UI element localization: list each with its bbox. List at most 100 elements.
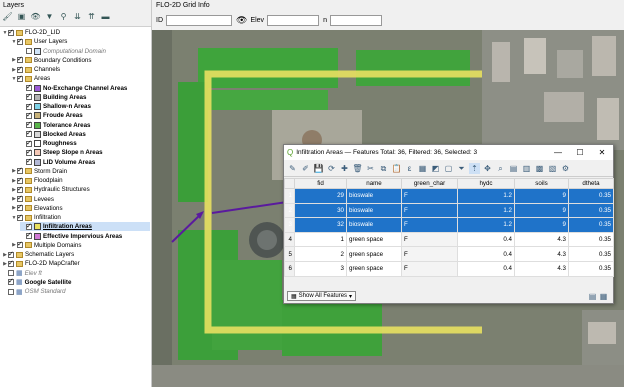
visibility-checkbox[interactable] — [17, 37, 23, 45]
visibility-checkbox[interactable] — [26, 231, 32, 240]
id-field[interactable] — [166, 14, 232, 26]
table-row[interactable]: 5 2 green space F 0.4 4.3 0.35 — [284, 246, 614, 262]
table-cell-fid[interactable]: 3 — [294, 260, 347, 277]
table-cell-green_char[interactable]: F — [401, 246, 458, 262]
layer-tree-item[interactable]: ▼Areas — [11, 74, 150, 83]
visibility-checkbox[interactable] — [8, 259, 14, 267]
visibility-checkbox[interactable] — [8, 270, 14, 277]
copy-icon[interactable]: ⧉ — [378, 163, 389, 174]
edit-pencil-icon[interactable]: ✎ — [287, 163, 298, 174]
layer-tree-item[interactable]: ▶Storm Drain — [11, 166, 150, 176]
table-cell-fid[interactable]: 1 — [294, 231, 347, 248]
table-cell-fid[interactable]: 30 — [294, 202, 347, 219]
select-all-icon[interactable]: ▦ — [417, 163, 428, 174]
table-cell-hydc[interactable]: 1.2 — [457, 217, 515, 233]
table-cell-soils[interactable]: 9 — [514, 202, 569, 219]
new-field-icon[interactable]: ▤ — [508, 163, 519, 174]
table-cell-dtheta[interactable]: 0.35 — [568, 231, 614, 248]
layer-tree-item[interactable]: ▶Floodplain — [11, 176, 150, 185]
table-cell-dtheta[interactable]: 0.35 — [568, 217, 614, 233]
layer-tree-item[interactable]: No-Exchange Channel Areas — [20, 83, 150, 93]
table-cell-green_char[interactable]: F — [401, 188, 458, 204]
layer-tree-item[interactable]: LID Volume Areas — [20, 157, 150, 167]
table-row[interactable]: 1 29 bioswale F 1.2 9 0.35 — [284, 188, 614, 204]
visibility-checkbox[interactable] — [8, 250, 14, 258]
table-cell-fid[interactable]: 2 — [294, 246, 347, 262]
layer-tree-item[interactable]: Computational Domain — [20, 47, 150, 56]
layer-tree-item[interactable]: ▦ Elev ft — [2, 269, 150, 278]
layer-tree-item[interactable]: ▶Boundary Conditions — [11, 55, 150, 65]
layer-tree-item[interactable]: ▶Elevations — [11, 203, 150, 213]
table-row[interactable]: 2 30 bioswale F 1.2 9 0.35 — [284, 202, 614, 219]
table-cell-name[interactable]: bioswale — [346, 217, 402, 233]
visibility-checkbox[interactable] — [17, 203, 23, 212]
zoom-to-selection-icon[interactable]: ⌕ — [495, 163, 506, 174]
layer-tree-item[interactable]: Building Areas — [20, 92, 150, 102]
visibility-checkbox[interactable] — [26, 92, 32, 101]
visibility-icon[interactable]: 👁 — [30, 11, 41, 22]
table-cell-hydc[interactable]: 1.2 — [457, 188, 515, 204]
table-cell-soils[interactable]: 4.3 — [514, 260, 569, 277]
table-cell-soils[interactable]: 4.3 — [514, 246, 569, 262]
row-number[interactable]: 4 — [284, 231, 295, 248]
collapse-all-icon[interactable]: ⇈ — [86, 11, 97, 22]
actions-icon[interactable]: ⚙ — [560, 163, 571, 174]
layer-tree-item[interactable]: ▶Hydraulic Structures — [11, 185, 150, 194]
column-header[interactable]: green_char — [401, 178, 458, 189]
row-number[interactable]: 6 — [284, 260, 295, 277]
form-view-icon[interactable]: ▤ — [587, 291, 598, 302]
layer-tree-item[interactable]: ▶Levees — [11, 194, 150, 204]
visibility-checkbox[interactable] — [17, 213, 23, 221]
visibility-checkbox[interactable] — [17, 240, 23, 249]
table-cell-name[interactable]: bioswale — [346, 188, 402, 204]
visibility-checkbox[interactable] — [8, 277, 14, 286]
layer-tree-item[interactable]: ▶Multiple Domains — [11, 240, 150, 250]
table-row[interactable]: 4 1 green space F 0.4 4.3 0.35 — [284, 231, 614, 248]
visibility-checkbox[interactable] — [26, 48, 32, 55]
table-cell-name[interactable]: green space — [346, 246, 402, 262]
layer-tree-item[interactable]: ▦ OSM Standard — [2, 287, 150, 296]
field-calculator-icon[interactable]: ▩ — [534, 163, 545, 174]
table-cell-green_char[interactable]: F — [401, 231, 458, 248]
visibility-checkbox[interactable] — [17, 65, 23, 73]
table-row[interactable]: 3 32 bioswale F 1.2 9 0.35 — [284, 217, 614, 233]
visibility-checkbox[interactable] — [17, 166, 23, 175]
table-cell-green_char[interactable]: F — [401, 202, 458, 219]
layer-tree-item[interactable]: Froude Areas — [20, 111, 150, 120]
table-cell-dtheta[interactable]: 0.35 — [568, 246, 614, 262]
filter-icon[interactable]: ▼ — [44, 11, 55, 22]
visibility-checkbox[interactable] — [26, 148, 32, 156]
open-layer-styling-icon[interactable]: 🖌 — [2, 11, 13, 22]
layer-tree-item[interactable]: ▼User Layers — [11, 37, 150, 46]
row-number[interactable]: 1 — [284, 188, 295, 204]
layer-tree-item[interactable]: Tolerance Areas — [20, 120, 150, 130]
visibility-checkbox[interactable] — [26, 102, 32, 110]
layer-tree-item[interactable]: ▶FLO-2D MapCrafter — [2, 259, 150, 268]
visibility-checkbox[interactable] — [17, 185, 23, 193]
table-cell-dtheta[interactable]: 0.35 — [568, 202, 614, 219]
corner-header[interactable] — [284, 178, 295, 189]
visibility-checkbox[interactable] — [26, 222, 32, 230]
table-cell-hydc[interactable]: 1.2 — [457, 202, 515, 219]
filter-select-icon[interactable]: ⏷ — [456, 163, 467, 174]
table-cell-green_char[interactable]: F — [401, 260, 458, 277]
visibility-checkbox[interactable] — [17, 176, 23, 184]
layer-tree-item[interactable]: ▦Google Satellite — [2, 277, 150, 287]
visibility-checkbox[interactable] — [26, 129, 32, 138]
layer-tree-item[interactable]: Shallow-n Areas — [20, 102, 150, 111]
table-cell-soils[interactable]: 4.3 — [514, 231, 569, 248]
table-cell-fid[interactable]: 32 — [294, 217, 347, 233]
layer-tree-item[interactable]: Effective Impervious Areas — [20, 231, 150, 241]
expression-select-icon[interactable]: ε — [404, 163, 415, 174]
delete-field-icon[interactable]: ▥ — [521, 163, 532, 174]
column-header[interactable]: fid — [294, 178, 347, 189]
n-field[interactable] — [329, 14, 382, 26]
table-cell-hydc[interactable]: 0.4 — [457, 246, 515, 262]
close-icon[interactable]: ✕ — [597, 148, 607, 157]
paste-icon[interactable]: 📋 — [391, 163, 402, 174]
minimize-icon[interactable]: — — [553, 148, 563, 157]
pan-to-selection-icon[interactable]: ✥ — [482, 163, 493, 174]
visibility-checkbox[interactable] — [8, 288, 14, 295]
attribute-table[interactable]: fid name green_char hydc soils dtheta 12… — [284, 178, 614, 277]
visibility-checkbox[interactable] — [17, 194, 23, 203]
